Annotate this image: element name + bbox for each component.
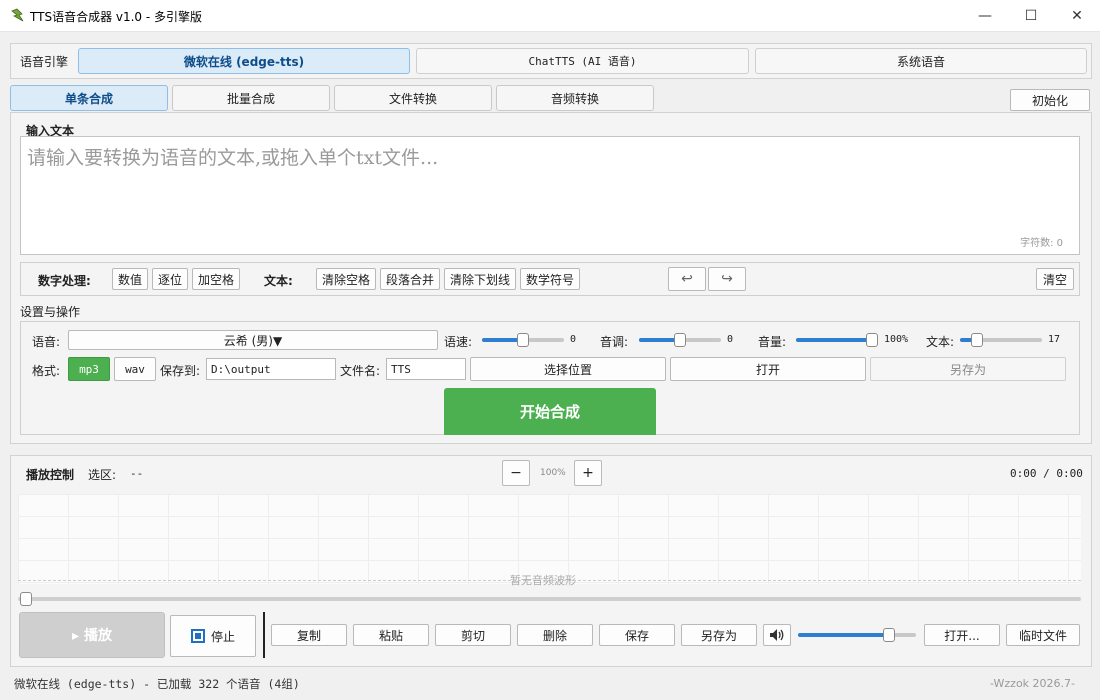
speaker-button[interactable]: [763, 624, 791, 646]
speed-value: 0: [570, 334, 577, 345]
paste-button[interactable]: 粘贴: [353, 624, 429, 646]
speed-label: 语速:: [444, 335, 473, 349]
zoom-in-button[interactable]: +: [574, 460, 602, 486]
seek-slider[interactable]: [18, 592, 1081, 606]
format-wav-button[interactable]: wav: [114, 357, 156, 381]
filename-label: 文件名:: [340, 364, 381, 378]
math-symbols-button[interactable]: 数学符号: [520, 268, 580, 290]
save-as-button[interactable]: 另存为: [870, 357, 1066, 381]
app-logo-icon: [11, 8, 24, 22]
author-credit: -Wzzok 2026.7-: [990, 677, 1076, 690]
char-count: 字符数: 0: [1020, 238, 1063, 249]
engine-tab-chattts[interactable]: ChatTTS (AI 语音): [416, 48, 749, 74]
pitch-slider[interactable]: [639, 332, 721, 348]
waveform-empty-text: 暂无音频波形: [510, 574, 576, 587]
volume-value: 100%: [884, 334, 909, 345]
save-audio-as-button[interactable]: 另存为: [681, 624, 757, 646]
maximize-button[interactable]: ☐: [1008, 0, 1054, 32]
tab-file-convert[interactable]: 文件转换: [334, 85, 492, 111]
time-display: 0:00 / 0:00: [1010, 467, 1083, 480]
selection-label: 选区:: [88, 468, 117, 482]
pitch-slider-thumb[interactable]: [674, 333, 686, 347]
play-button[interactable]: ▸ 播放: [19, 612, 165, 658]
choose-location-button[interactable]: 选择位置: [470, 357, 666, 381]
volume-label: 音量:: [758, 335, 787, 349]
zoom-out-button[interactable]: −: [502, 460, 530, 486]
init-button[interactable]: 初始化: [1010, 89, 1090, 111]
volume-slider[interactable]: [796, 332, 878, 348]
save-to-label: 保存到:: [160, 364, 201, 378]
engine-label: 语音引擎: [20, 55, 69, 69]
start-synthesis-button[interactable]: 开始合成: [444, 388, 656, 435]
playback-divider: [263, 612, 265, 658]
pitch-label: 音调:: [600, 335, 629, 349]
merge-paragraphs-button[interactable]: 段落合并: [380, 268, 440, 290]
speaker-icon: [770, 629, 784, 641]
text-size-slider[interactable]: [960, 332, 1042, 348]
cut-button[interactable]: 剪切: [435, 624, 511, 646]
text-label: 文本:: [264, 274, 293, 288]
volume-slider-fill: [796, 338, 872, 342]
clear-button[interactable]: 清空: [1036, 268, 1074, 290]
playback-volume-slider[interactable]: [798, 627, 916, 643]
minimize-button[interactable]: —: [962, 0, 1008, 32]
engine-tab-system[interactable]: 系统语音: [755, 48, 1087, 74]
playback-volume-thumb[interactable]: [883, 628, 895, 642]
format-mp3-button[interactable]: mp3: [68, 357, 110, 381]
tab-batch[interactable]: 批量合成: [172, 85, 330, 111]
status-text: 微软在线 (edge-tts) - 已加载 322 个语音 (4组): [14, 677, 300, 691]
save-to-input[interactable]: D:\output: [206, 358, 336, 380]
text-size-label: 文本:: [926, 335, 955, 349]
window-title: TTS语音合成器 v1.0 - 多引擎版: [30, 10, 203, 24]
filename-input[interactable]: TTS: [386, 358, 466, 380]
voice-select[interactable]: 云希 (男)▼: [68, 330, 438, 350]
engine-tab-edge[interactable]: 微软在线 (edge-tts): [78, 48, 410, 74]
selection-value: --: [130, 467, 144, 480]
save-audio-button[interactable]: 保存: [599, 624, 675, 646]
seek-thumb[interactable]: [20, 592, 32, 606]
voice-label: 语音:: [32, 335, 61, 349]
title-bar: TTS语音合成器 v1.0 - 多引擎版 — ☐ ✕: [0, 0, 1100, 32]
settings-title: 设置与操作: [20, 305, 81, 319]
clear-spaces-button[interactable]: 清除空格: [316, 268, 376, 290]
playback-title: 播放控制: [26, 468, 75, 482]
zoom-value: 100%: [540, 468, 566, 478]
number-value-button[interactable]: 数值: [112, 268, 148, 290]
number-space-button[interactable]: 加空格: [192, 268, 240, 290]
temp-file-button[interactable]: 临时文件: [1006, 624, 1080, 646]
stop-button-label: 停止: [210, 629, 235, 644]
number-label: 数字处理:: [38, 274, 91, 288]
redo-button[interactable]: ↪: [708, 267, 746, 291]
open-folder-button[interactable]: 打开: [670, 357, 866, 381]
text-size-slider-thumb[interactable]: [971, 333, 983, 347]
copy-button[interactable]: 复制: [271, 624, 347, 646]
clear-underscores-button[interactable]: 清除下划线: [444, 268, 516, 290]
pitch-value: 0: [727, 334, 734, 345]
format-label: 格式:: [32, 364, 61, 378]
text-input-area[interactable]: 请输入要转换为语音的文本,或拖入单个txt文件... 字符数: 0: [20, 136, 1080, 255]
open-audio-button[interactable]: 打开...: [924, 624, 1000, 646]
undo-button[interactable]: ↩: [668, 267, 706, 291]
number-digit-button[interactable]: 逐位: [152, 268, 188, 290]
close-button[interactable]: ✕: [1054, 0, 1100, 32]
tab-single[interactable]: 单条合成: [10, 85, 168, 111]
volume-slider-thumb[interactable]: [866, 333, 878, 347]
stop-icon: [190, 629, 205, 643]
text-size-value: 17: [1048, 334, 1061, 345]
stop-button[interactable]: 停止: [170, 615, 256, 657]
tab-audio-convert[interactable]: 音频转换: [496, 85, 654, 111]
speed-slider-thumb[interactable]: [517, 333, 529, 347]
seek-track: [18, 597, 1081, 601]
text-input-placeholder: 请输入要转换为语音的文本,或拖入单个txt文件...: [27, 147, 439, 169]
waveform-area[interactable]: 暂无音频波形: [18, 494, 1081, 587]
delete-button[interactable]: 删除: [517, 624, 593, 646]
playback-volume-fill: [798, 633, 889, 637]
speed-slider[interactable]: [482, 332, 564, 348]
